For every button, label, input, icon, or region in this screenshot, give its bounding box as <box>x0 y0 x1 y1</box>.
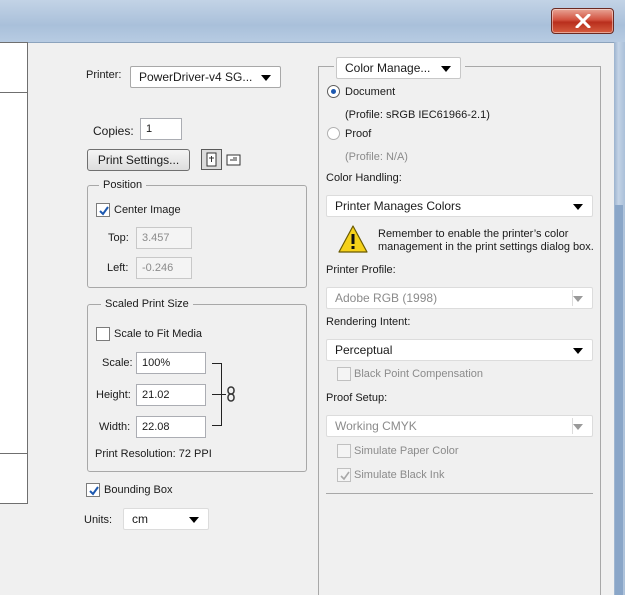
color-panel-border-left <box>318 66 319 595</box>
color-panel-border-top-left <box>318 66 334 67</box>
scale-input[interactable]: 100% <box>136 352 206 374</box>
title-bar <box>0 0 625 42</box>
center-image-label: Center Image <box>114 204 181 216</box>
rendering-intent-select-value: Perceptual <box>335 343 393 357</box>
top-input[interactable]: 3.457 <box>136 227 192 249</box>
preview-page-edge-top <box>0 92 28 93</box>
chevron-down-icon <box>573 296 583 302</box>
select-divider <box>572 418 573 434</box>
print-settings-button[interactable]: Print Settings... <box>87 149 190 171</box>
width-label: Width: <box>99 421 131 433</box>
printer-profile-select[interactable]: Adobe RGB (1998) <box>326 287 593 309</box>
scale-to-fit-label: Scale to Fit Media <box>114 328 203 340</box>
close-button[interactable] <box>551 8 614 34</box>
aspect-link-stub <box>212 394 226 395</box>
select-divider <box>572 290 573 306</box>
chevron-down-icon <box>573 348 583 354</box>
color-management-select-value: Color Manage... <box>345 61 431 75</box>
chevron-down-icon <box>573 204 583 210</box>
units-select-value: cm <box>132 512 148 526</box>
chain-link-icon[interactable] <box>226 386 236 405</box>
simulate-ink-checkbox[interactable] <box>337 468 351 482</box>
position-legend: Position <box>99 179 147 191</box>
center-image-checkbox[interactable] <box>96 203 110 217</box>
printer-select[interactable]: PowerDriver-v4 SG... <box>130 66 281 88</box>
printer-label: Printer: <box>86 69 122 81</box>
bounding-box-checkbox[interactable] <box>86 483 100 497</box>
chevron-down-icon <box>189 517 199 523</box>
left-label: Left: <box>107 262 129 274</box>
bounding-box-label: Bounding Box <box>104 484 173 496</box>
proof-radio-label: Proof <box>345 128 372 140</box>
simulate-paper-label: Simulate Paper Color <box>354 445 459 457</box>
copies-input[interactable]: 1 <box>140 118 182 140</box>
color-panel-border-right <box>600 66 601 595</box>
proof-setup-select[interactable]: Working CMYK <box>326 415 593 437</box>
units-select[interactable]: cm <box>123 508 209 530</box>
document-profile-text: (Profile: sRGB IEC61966-2.1) <box>345 109 490 121</box>
units-label: Units: <box>84 514 113 526</box>
preview-page-edge-bottom <box>0 453 28 454</box>
simulate-paper-checkbox[interactable] <box>337 444 351 458</box>
chevron-down-icon <box>261 75 271 81</box>
height-label: Height: <box>96 389 131 401</box>
color-handling-select[interactable]: Printer Manages Colors <box>326 195 593 217</box>
proof-profile-text: (Profile: N/A) <box>345 151 408 163</box>
color-management-select[interactable]: Color Manage... <box>336 57 461 79</box>
rendering-intent-select[interactable]: Perceptual <box>326 339 593 361</box>
print-resolution-text: Print Resolution: 72 PPI <box>95 448 212 460</box>
portrait-orientation-icon <box>202 152 221 172</box>
warning-icon <box>337 224 369 257</box>
proof-setup-select-value: Working CMYK <box>335 419 417 433</box>
copies-label: Copies: <box>93 124 134 138</box>
scale-label: Scale: <box>102 357 133 369</box>
scale-to-fit-checkbox[interactable] <box>96 327 110 341</box>
chevron-down-icon <box>441 66 451 72</box>
left-input[interactable]: -0.246 <box>136 257 192 279</box>
document-radio-label: Document <box>345 86 396 98</box>
window-edge-accent <box>615 205 623 595</box>
portrait-orientation-button[interactable] <box>201 149 222 170</box>
proof-setup-label: Proof Setup: <box>326 392 388 404</box>
landscape-orientation-button[interactable] <box>225 151 243 169</box>
printer-profile-label: Printer Profile: <box>326 264 396 276</box>
document-radio[interactable] <box>327 85 340 98</box>
proof-radio[interactable] <box>327 127 340 140</box>
scaled-print-size-legend: Scaled Print Size <box>101 298 193 310</box>
color-handling-select-value: Printer Manages Colors <box>335 199 462 213</box>
black-point-checkbox[interactable] <box>337 367 351 381</box>
color-handling-label: Color Handling: <box>326 172 402 184</box>
color-panel-border-top-right <box>465 66 601 67</box>
top-label: Top: <box>108 232 129 244</box>
chevron-down-icon <box>573 424 583 430</box>
color-panel-divider <box>326 493 593 494</box>
width-input[interactable]: 22.08 <box>136 416 206 438</box>
rendering-intent-label: Rendering Intent: <box>326 316 411 328</box>
printer-profile-select-value: Adobe RGB (1998) <box>335 291 438 305</box>
height-input[interactable]: 21.02 <box>136 384 206 406</box>
printer-select-value: PowerDriver-v4 SG... <box>139 70 253 84</box>
black-point-label: Black Point Compensation <box>354 368 484 380</box>
print-preview <box>0 42 28 504</box>
landscape-orientation-icon <box>225 154 243 172</box>
warning-text-line2: management in the print settings dialog … <box>378 241 594 253</box>
warning-text-line1: Remember to enable the printer’s color <box>378 228 569 240</box>
simulate-ink-label: Simulate Black Ink <box>354 469 445 481</box>
